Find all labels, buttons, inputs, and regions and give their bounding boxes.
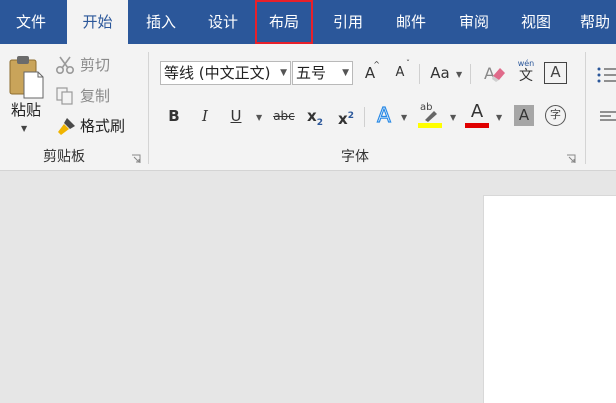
change-case-button[interactable]: Aa — [428, 61, 452, 85]
shrink-font-button[interactable]: Aˇ — [389, 59, 411, 85]
character-shading-button[interactable]: A — [514, 105, 534, 126]
marker-icon — [425, 111, 437, 122]
superscript-mark: 2 — [347, 111, 354, 121]
character-border-icon: A — [550, 63, 561, 81]
underline-button[interactable]: U — [226, 104, 246, 128]
ribbon-home: 粘贴 ▼ 剪切 复制 格式刷 剪贴板 等线 (中文正文) ▼ 五号 ▼ A ^ … — [0, 44, 616, 171]
bold-button[interactable]: B — [164, 104, 184, 128]
font-name-value: 等线 (中文正文) — [164, 64, 271, 82]
ribbon-tab-bar: 文件 开始 插入 设计 布局 引用 邮件 审阅 视图 帮助 — [0, 0, 616, 44]
italic-icon: I — [202, 107, 208, 125]
clear-formatting-icon[interactable]: A — [483, 62, 507, 84]
character-border-button[interactable]: A — [544, 62, 567, 84]
font-launcher-icon[interactable] — [566, 154, 576, 164]
tab-review[interactable]: 审阅 — [444, 0, 504, 44]
subscript-icon: x — [307, 107, 317, 125]
group-separator — [585, 52, 586, 164]
superscript-icon: x — [338, 110, 348, 128]
tab-home[interactable]: 开始 — [67, 0, 128, 44]
subscript-button[interactable]: x2 — [304, 104, 326, 128]
text-effects-icon: A — [377, 102, 392, 127]
divider — [364, 107, 365, 127]
character-shading-icon: A — [518, 106, 530, 124]
svg-text:A: A — [484, 64, 495, 83]
tab-references[interactable]: 引用 — [318, 0, 378, 44]
underline-icon: U — [230, 107, 242, 125]
enclose-characters-icon: 字 — [550, 108, 561, 121]
cut-label: 剪切 — [80, 56, 111, 74]
change-case-icon: Aa — [430, 64, 450, 82]
font-size-combo[interactable]: 五号 ▼ — [292, 61, 353, 85]
paste-icon — [9, 56, 44, 99]
change-case-dropdown-arrow[interactable]: ▼ — [456, 70, 462, 79]
text-effects-button[interactable]: A — [372, 102, 396, 127]
caret-up-icon: ^ — [373, 60, 380, 69]
font-color-dropdown-arrow[interactable]: ▼ — [496, 113, 502, 122]
paste-dropdown-arrow[interactable]: ▼ — [21, 124, 27, 133]
tab-design[interactable]: 设计 — [194, 0, 252, 44]
font-color-button[interactable]: A — [464, 102, 490, 130]
group-separator — [148, 52, 149, 164]
text-effects-dropdown-arrow[interactable]: ▼ — [401, 113, 407, 122]
font-name-dropdown-arrow[interactable]: ▼ — [280, 62, 287, 84]
tab-insert[interactable]: 插入 — [132, 0, 190, 44]
italic-button[interactable]: I — [195, 104, 215, 128]
phonetic-guide-icon: 文 — [519, 68, 533, 84]
bullets-icon[interactable] — [596, 66, 616, 84]
cut-button[interactable]: 剪切 — [53, 53, 125, 77]
format-painter-label: 格式刷 — [80, 117, 126, 135]
phonetic-guide-top: wén — [517, 59, 535, 68]
font-size-value: 五号 — [296, 64, 327, 82]
align-left-icon[interactable] — [599, 110, 616, 124]
copy-icon — [56, 87, 73, 105]
superscript-button[interactable]: x2 — [335, 104, 357, 128]
paste-button[interactable]: 粘贴 ▼ — [4, 54, 48, 138]
tab-layout[interactable]: 布局 — [255, 0, 313, 44]
tab-view[interactable]: 视图 — [506, 0, 566, 44]
strikethrough-button[interactable]: abc — [270, 104, 298, 128]
clipboard-group-label: 剪贴板 — [43, 149, 85, 165]
copy-label: 复制 — [80, 87, 111, 105]
phonetic-guide-button[interactable]: wén 文 — [514, 59, 538, 87]
tab-file[interactable]: 文件 — [0, 0, 62, 44]
bold-icon: B — [168, 107, 180, 125]
brush-icon — [58, 118, 75, 135]
grow-font-button[interactable]: A ^ — [359, 60, 381, 85]
font-name-combo[interactable]: 等线 (中文正文) ▼ — [160, 61, 291, 85]
underline-dropdown-arrow[interactable]: ▼ — [256, 113, 262, 122]
caret-down-icon: ˇ — [406, 59, 410, 68]
copy-button[interactable]: 复制 — [53, 84, 125, 108]
highlight-button[interactable]: ab — [418, 102, 444, 130]
font-group-label: 字体 — [341, 149, 369, 165]
tab-mailings[interactable]: 邮件 — [381, 0, 441, 44]
paste-label: 粘贴 — [10, 101, 41, 119]
highlight-color-swatch — [418, 123, 442, 128]
divider — [419, 64, 420, 84]
clipboard-launcher-icon[interactable] — [131, 154, 141, 164]
shrink-font-icon: A — [395, 65, 405, 80]
divider — [470, 64, 471, 84]
document-canvas — [0, 172, 616, 403]
format-painter-button[interactable]: 格式刷 — [53, 114, 135, 138]
scissors-icon — [55, 56, 75, 75]
tab-help[interactable]: 帮助 — [569, 0, 616, 44]
subscript-mark: 2 — [316, 118, 323, 128]
strikethrough-icon: abc — [273, 109, 295, 123]
font-color-icon: A — [470, 101, 484, 122]
font-color-swatch — [465, 123, 489, 128]
document-page[interactable] — [483, 195, 616, 403]
font-size-dropdown-arrow[interactable]: ▼ — [342, 62, 349, 84]
highlight-dropdown-arrow[interactable]: ▼ — [450, 113, 456, 122]
enclose-characters-button[interactable]: 字 — [545, 105, 566, 126]
